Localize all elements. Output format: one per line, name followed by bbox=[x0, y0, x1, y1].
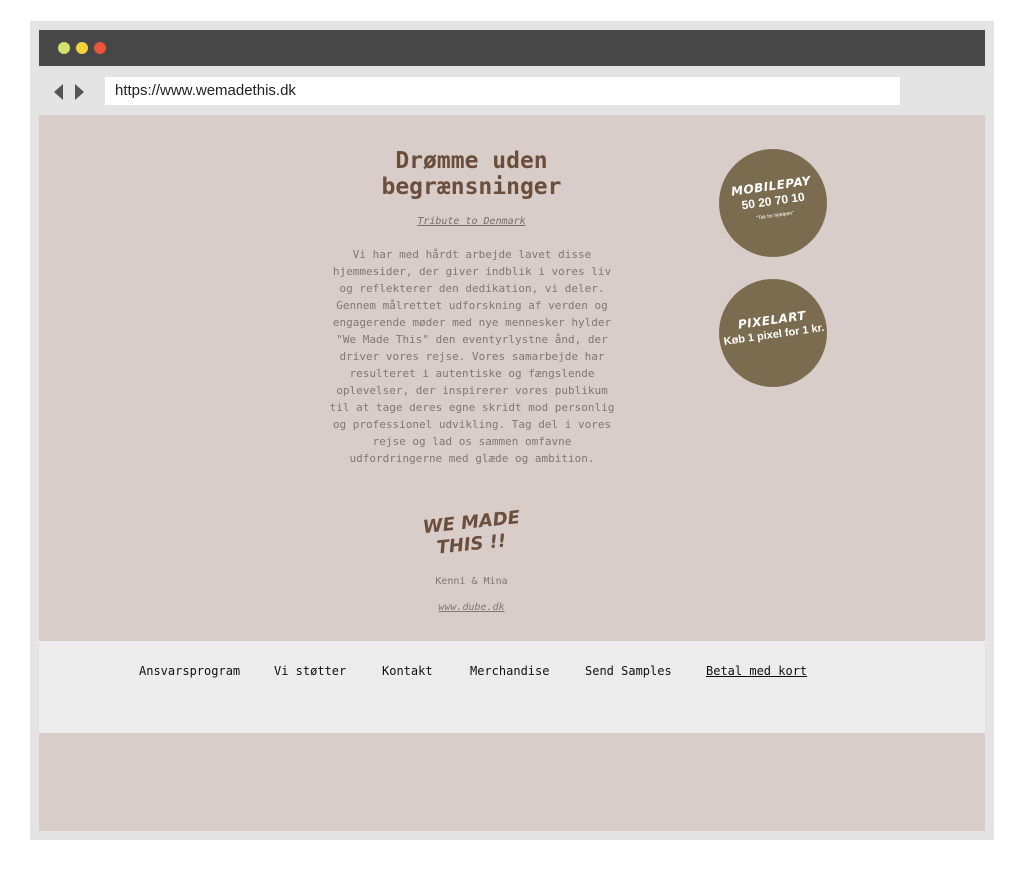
browser-titlebar bbox=[39, 30, 985, 66]
footer-link-vi-stotter[interactable]: Vi støtter bbox=[274, 664, 346, 678]
mobilepay-badge[interactable]: MOBILEPAY 50 20 70 10 "Tak for hjælpen" bbox=[719, 149, 827, 257]
signature: Kenni & Mina bbox=[435, 576, 508, 587]
website-link[interactable]: www.dube.dk bbox=[0, 602, 943, 613]
intro-text: Vi har med hårdt arbejde lavet disse hje… bbox=[329, 248, 615, 465]
footer: Ansvarsprogram Vi støtter Kontakt Mercha… bbox=[39, 641, 985, 733]
forward-arrow-icon[interactable] bbox=[75, 84, 84, 100]
window-maximize-dot[interactable] bbox=[76, 42, 88, 54]
footer-link-ansvarsprogram[interactable]: Ansvarsprogram bbox=[139, 664, 240, 678]
footer-link-send-samples[interactable]: Send Samples bbox=[585, 664, 672, 678]
pixelart-badge[interactable]: PIXELART Køb 1 pixel for 1 kr. bbox=[719, 279, 827, 387]
page-bottom bbox=[39, 733, 985, 831]
window-close-dot[interactable] bbox=[94, 42, 106, 54]
we-made-this-logo: WE MADE THIS !! bbox=[422, 508, 522, 558]
back-arrow-icon[interactable] bbox=[54, 84, 63, 100]
window-minimize-dot[interactable] bbox=[58, 42, 70, 54]
footer-link-kontakt[interactable]: Kontakt bbox=[382, 664, 433, 678]
footer-link-merchandise[interactable]: Merchandise bbox=[470, 664, 549, 678]
footer-link-betal-med-kort[interactable]: Betal med kort bbox=[706, 664, 807, 678]
address-bar[interactable]: https://www.wemadethis.dk bbox=[105, 77, 900, 105]
